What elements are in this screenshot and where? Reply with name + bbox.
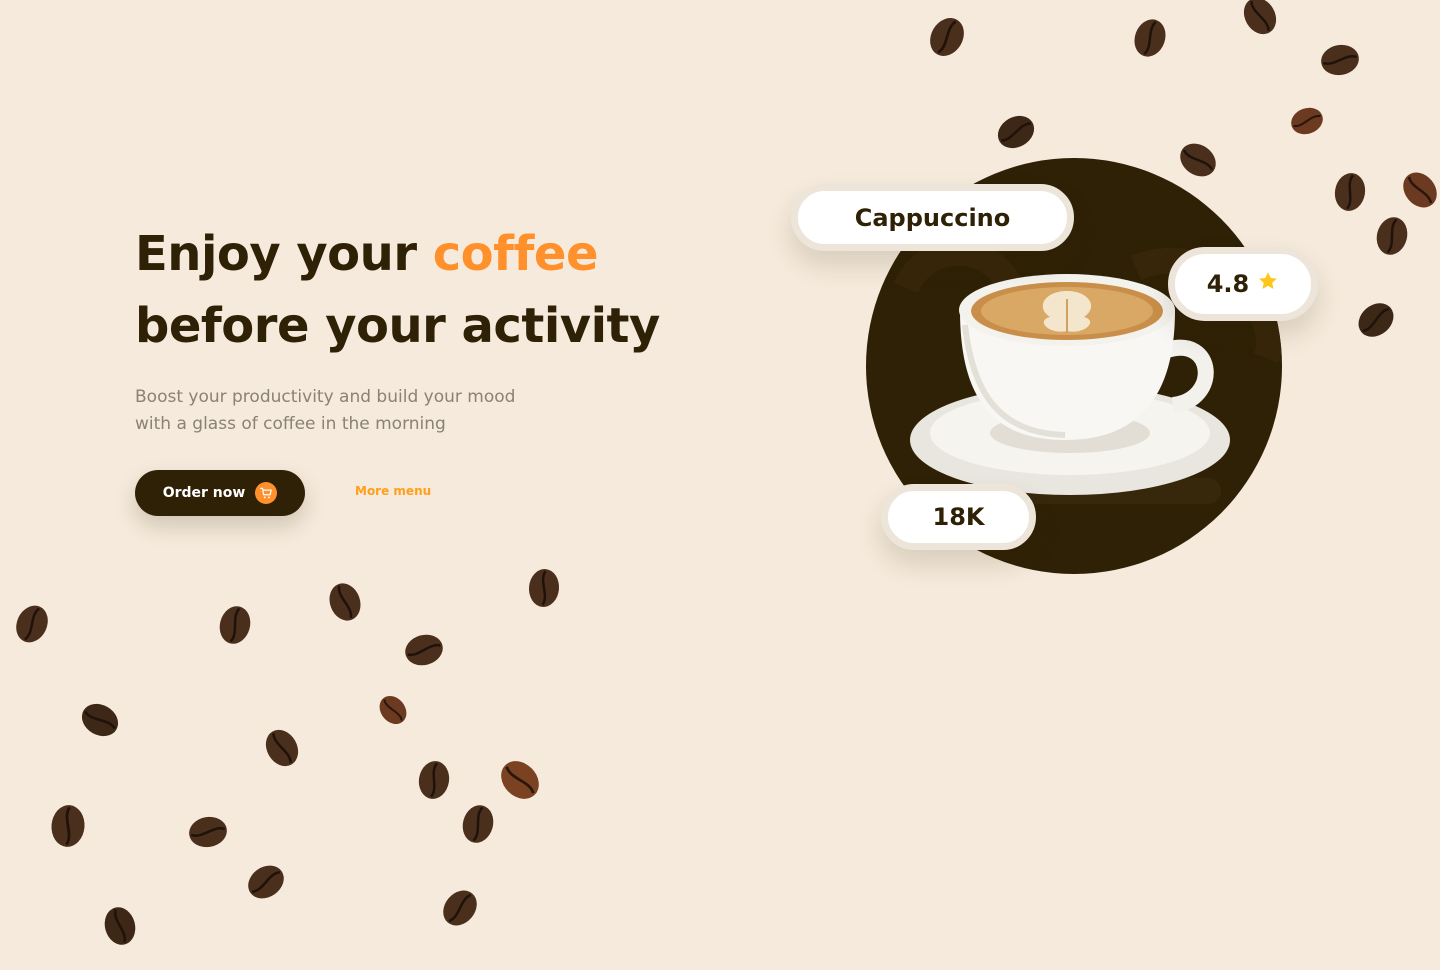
coffee-bean-icon	[1233, 0, 1288, 43]
coffee-bean-icon	[5, 597, 58, 650]
rating-value: 4.8	[1206, 270, 1250, 298]
coffee-bean-icon	[1392, 162, 1440, 218]
hero-title: Enjoy your coffee before your activity	[135, 218, 660, 362]
rating-pill: 4.8	[1168, 247, 1318, 321]
coffee-bean-icon	[211, 601, 260, 650]
coffee-bean-icon	[370, 687, 415, 732]
coffee-bean-icon	[1327, 169, 1373, 215]
coffee-bean-icon	[255, 721, 310, 776]
product-name-pill: Cappuccino	[791, 184, 1074, 251]
coffee-bean-icon	[1285, 99, 1329, 143]
hero-title-part1: Enjoy your	[135, 226, 433, 282]
coffee-bean-icon	[44, 798, 92, 854]
coffee-bean-icon	[454, 800, 503, 849]
coffee-bean-icon	[73, 693, 128, 748]
coffee-bean-icon	[1124, 12, 1175, 63]
coffee-bean-icon	[1348, 292, 1404, 348]
coffee-bean-icon	[185, 809, 231, 855]
coffee-bean-icon	[918, 8, 975, 65]
coffee-bean-icon	[319, 576, 370, 627]
hero-title-accent: coffee	[432, 226, 599, 282]
coffee-bean-icon	[1368, 212, 1417, 261]
coffee-bean-icon	[238, 854, 294, 910]
order-now-label: Order now	[162, 485, 246, 501]
hero-subtitle: Boost your productivity and build your m…	[135, 387, 516, 434]
coffee-bean-icon	[989, 105, 1044, 160]
order-now-button[interactable]: Order now	[135, 470, 305, 516]
coffee-bean-icon	[432, 880, 488, 936]
coffee-bean-icon	[95, 900, 145, 953]
more-menu-link[interactable]: More menu	[355, 484, 431, 498]
coffee-bean-icon	[411, 757, 457, 803]
coffee-bean-icon	[522, 566, 565, 609]
coffee-bean-icon	[400, 626, 449, 675]
coffee-bean-icon	[1317, 37, 1363, 83]
star-icon	[1257, 270, 1279, 298]
order-count-pill: 18K	[881, 484, 1036, 550]
hero-title-line2: before your activity	[135, 298, 660, 354]
coffee-bean-icon	[489, 749, 551, 811]
cart-icon	[255, 482, 278, 504]
